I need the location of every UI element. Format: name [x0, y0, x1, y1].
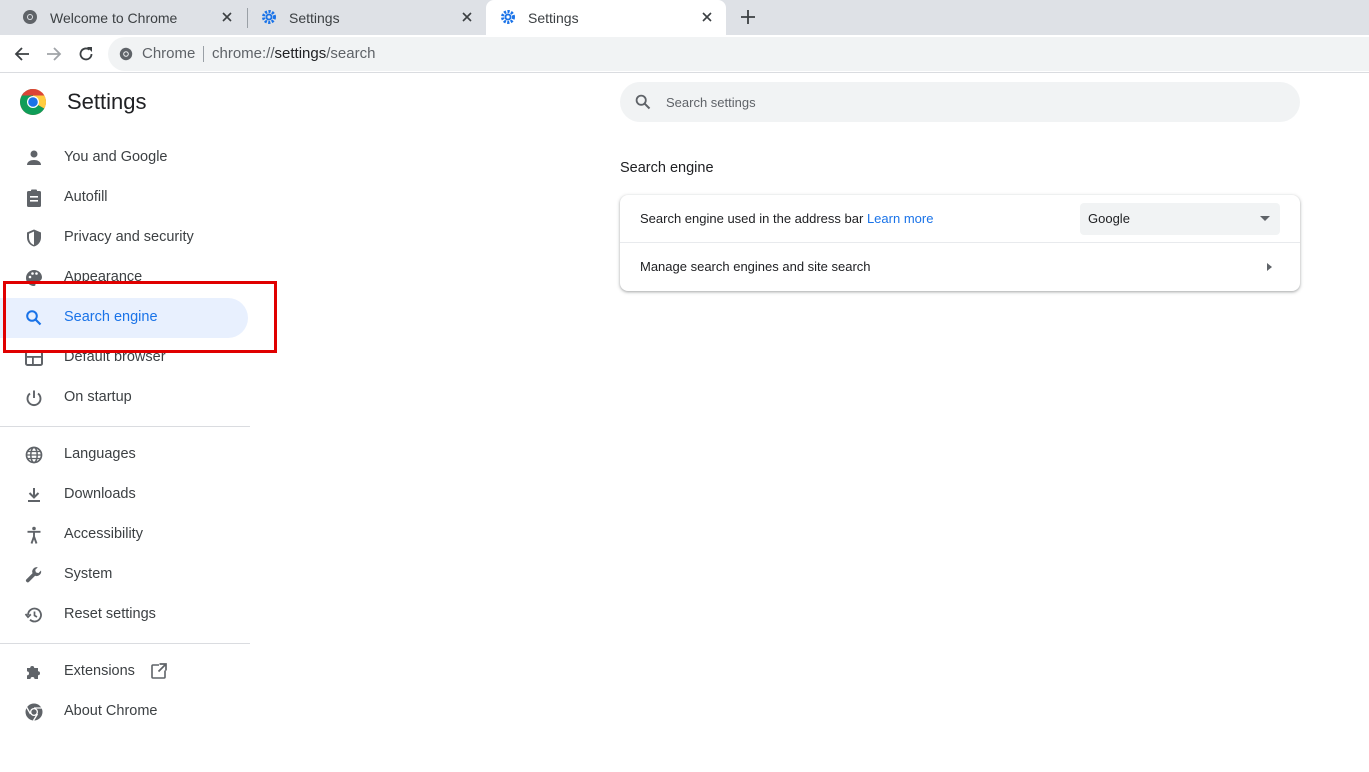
page-title: Settings — [67, 89, 147, 114]
search-engine-card: Search engine used in the address bar Le… — [620, 195, 1300, 291]
reload-icon — [79, 47, 93, 61]
sidebar-item-reset-settings[interactable]: Reset settings — [0, 595, 248, 635]
sidebar-item-languages[interactable]: Languages — [0, 435, 248, 475]
sidebar-item-you-and-google[interactable]: You and Google — [0, 138, 248, 178]
section-title: Search engine — [620, 160, 714, 176]
accessibility-icon — [27, 526, 41, 544]
sidebar-item-on-startup[interactable]: On startup — [0, 378, 248, 418]
omnibox-divider — [203, 46, 204, 62]
url-text: chrome://settings/search — [212, 45, 375, 62]
puzzle-icon — [27, 666, 40, 679]
tab-strip: Welcome to Chrome Settings Settings — [0, 0, 1369, 35]
clipboard-icon — [27, 189, 41, 207]
chrome-logo-icon — [25, 703, 43, 721]
sidebar-item-autofill[interactable]: Autofill — [0, 178, 248, 218]
sidebar-item-privacy[interactable]: Privacy and security — [0, 218, 248, 258]
row-label-text: Search engine used in the address bar — [640, 211, 864, 226]
chrome-globe-icon — [23, 10, 37, 24]
sidebar-item-accessibility[interactable]: Accessibility — [0, 515, 248, 555]
close-icon[interactable] — [458, 8, 476, 26]
sidebar-item-label: On startup — [64, 389, 132, 405]
sidebar-divider — [0, 426, 250, 427]
sidebar-item-label: You and Google — [64, 149, 168, 165]
sidebar-divider — [0, 643, 250, 644]
url-host: settings — [274, 45, 327, 62]
globe-icon — [25, 446, 43, 464]
sidebar-item-label: Extensions — [64, 663, 135, 679]
tab-title: Settings — [528, 10, 579, 26]
sidebar-item-label: About Chrome — [64, 703, 158, 719]
sidebar-item-label: Reset settings — [64, 606, 156, 622]
sidebar-item-label: System — [64, 566, 113, 582]
learn-more-link[interactable]: Learn more — [867, 211, 933, 226]
sidebar-item-label: Accessibility — [64, 526, 143, 542]
forward-button[interactable] — [43, 43, 65, 65]
new-tab-button[interactable] — [737, 6, 759, 28]
search-engine-select[interactable]: Google — [1080, 203, 1280, 235]
highlight-annotation — [3, 281, 277, 353]
wrench-icon — [25, 567, 42, 583]
gear-icon — [262, 10, 276, 24]
gear-icon — [501, 10, 515, 24]
row-label: Manage search engines and site search — [640, 259, 871, 274]
toolbar: Chrome chrome://settings/search — [0, 35, 1369, 73]
search-input[interactable] — [666, 90, 1266, 114]
chevron-right-icon — [1267, 263, 1272, 271]
arrow-left-icon — [14, 47, 29, 61]
plus-icon — [741, 10, 755, 24]
sidebar-item-downloads[interactable]: Downloads — [0, 475, 248, 515]
chrome-site-icon — [119, 47, 133, 61]
history-icon — [24, 607, 42, 623]
settings-search-box[interactable] — [620, 82, 1300, 122]
shield-icon — [27, 229, 41, 247]
power-icon — [26, 390, 42, 407]
manage-search-engines-row[interactable]: Manage search engines and site search — [620, 244, 1300, 291]
dropdown-arrow-icon — [1260, 216, 1270, 221]
close-icon[interactable] — [698, 8, 716, 26]
person-icon — [27, 150, 41, 165]
sidebar-item-label: Downloads — [64, 486, 136, 502]
sidebar-item-system[interactable]: System — [0, 555, 248, 595]
sidebar-item-extensions[interactable]: Extensions — [0, 652, 248, 692]
open-in-new-icon — [151, 662, 168, 679]
address-bar[interactable]: Chrome chrome://settings/search — [108, 37, 1369, 71]
download-icon — [28, 488, 40, 502]
row-label: Search engine used in the address bar Le… — [640, 211, 933, 226]
back-button[interactable] — [11, 43, 33, 65]
sidebar-item-label: Privacy and security — [64, 229, 194, 245]
search-engine-row: Search engine used in the address bar Le… — [620, 195, 1300, 243]
url-path: /search — [326, 45, 376, 62]
tab-settings-active[interactable]: Settings — [486, 0, 726, 35]
search-icon — [635, 94, 651, 110]
chrome-logo-icon — [20, 89, 46, 115]
tab-welcome[interactable]: Welcome to Chrome — [8, 0, 246, 35]
sidebar-item-label: Languages — [64, 446, 136, 462]
site-chip-label: Chrome — [142, 45, 196, 62]
tab-title: Settings — [289, 10, 340, 26]
close-icon[interactable] — [218, 8, 236, 26]
tab-title: Welcome to Chrome — [50, 10, 178, 26]
sidebar-item-about-chrome[interactable]: About Chrome — [0, 692, 248, 732]
select-value: Google — [1088, 211, 1130, 226]
tab-settings-1[interactable]: Settings — [247, 0, 486, 35]
sidebar-item-label: Autofill — [64, 189, 108, 205]
reload-button[interactable] — [75, 43, 97, 65]
arrow-right-icon — [47, 47, 62, 61]
url-prefix: chrome:// — [212, 45, 275, 62]
